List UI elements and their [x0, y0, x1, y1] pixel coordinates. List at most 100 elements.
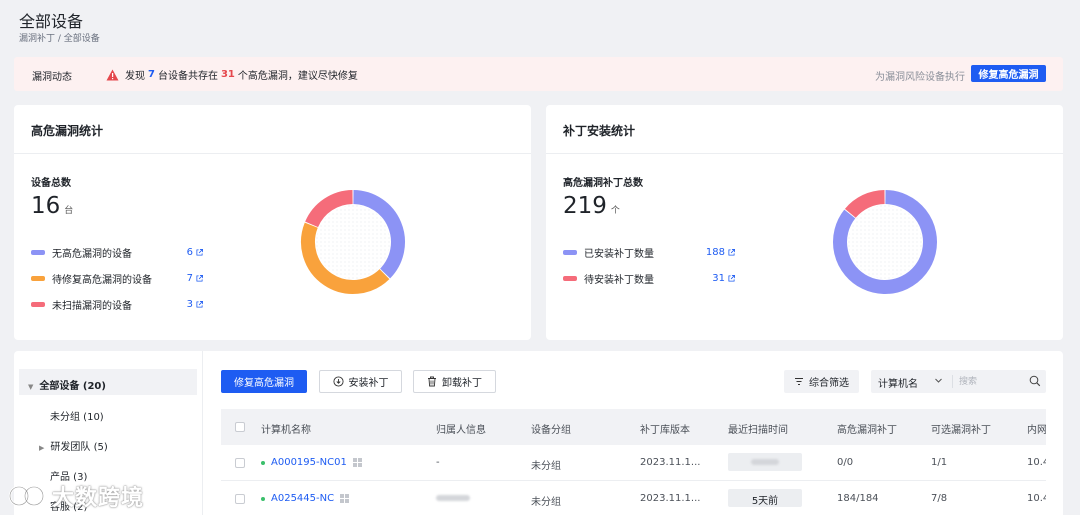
table-row[interactable]: A000195-NC01 - 未分组 2023.11.1... 0/0 1/1 … [221, 445, 1046, 481]
column-header[interactable]: 可选漏洞补丁 [931, 421, 991, 436]
table-header: 计算机名称 归属人信息 设备分组 补丁库版本 最近扫描时间 高危漏洞补丁 可选漏… [221, 409, 1046, 445]
chevron-down-icon[interactable] [934, 376, 943, 385]
filter-label: 综合筛选 [809, 378, 849, 389]
legend-link[interactable]: 3 [187, 299, 203, 310]
breadcrumb[interactable]: 漏洞补丁 / 全部设备 [19, 31, 100, 44]
computer-name: A000195-NC01 [271, 457, 347, 468]
search-input[interactable] [959, 373, 1019, 390]
lan-cell: 10.4 [1027, 493, 1046, 504]
stat-unit: 个 [610, 206, 620, 216]
legend-swatch [31, 250, 45, 255]
alert-device-count: 7 [148, 69, 155, 80]
tree-item[interactable]: ▶ 研发团队 (5) [39, 438, 108, 453]
alert-vuln-count: 31 [220, 69, 235, 80]
redacted-text [436, 495, 470, 501]
fix-high-risk-vuln-button[interactable]: 修复高危漏洞 [221, 370, 307, 393]
external-link-icon [728, 275, 735, 282]
filter-icon [795, 378, 803, 385]
patch-donut-chart [833, 190, 937, 294]
caret-right-icon[interactable]: ▶ [39, 444, 44, 452]
alert-hint: 为漏洞风险设备执行 [875, 72, 965, 83]
legend-item: 已安装补丁数量 188 [563, 245, 735, 260]
tree-root[interactable]: ▼ 全部设备 (20) [19, 369, 197, 395]
page-header: 全部设备 漏洞补丁 / 全部设备 [0, 0, 1080, 50]
trash-icon [428, 376, 436, 387]
windows-icon [352, 458, 362, 467]
alert-msg-middle: 台设备共存在 [157, 71, 218, 82]
divider [546, 153, 1063, 154]
legend-link[interactable]: 6 [187, 247, 203, 258]
divider [14, 153, 531, 154]
legend-item: 未扫描漏洞的设备 3 [31, 297, 203, 312]
legend-value: 31 [712, 273, 725, 284]
filter-button[interactable]: 综合筛选 [784, 370, 859, 393]
page-title: 全部设备 [19, 12, 84, 31]
legend-swatch [563, 250, 577, 255]
version-cell: 2023.11.1... [640, 493, 701, 504]
alert-msg-prefix: 发现 [125, 71, 145, 82]
tree-item[interactable]: 未分组 (10) [50, 408, 104, 423]
column-header[interactable]: 最近扫描时间 [728, 421, 788, 436]
table-row[interactable]: A025445-NC 未分组 2023.11.1... 5天前 184/184 … [221, 481, 1046, 515]
column-header[interactable]: 设备分组 [531, 421, 571, 436]
tree-root-label: 全部设备 (20) [39, 381, 106, 392]
legend-swatch [563, 276, 577, 281]
warning-icon [106, 69, 119, 80]
install-patch-button[interactable]: 安装补丁 [319, 370, 402, 393]
column-header[interactable]: 内网 [1027, 421, 1046, 436]
column-header[interactable]: 计算机名称 [261, 421, 311, 436]
select-all-checkbox[interactable] [235, 422, 245, 432]
legend-item: 待安装补丁数量 31 [563, 271, 735, 286]
version-cell: 2023.11.1... [640, 457, 701, 468]
stat-total: 16 台 [31, 193, 73, 219]
legend-item: 无高危漏洞的设备 6 [31, 245, 203, 260]
group-cell: 未分组 [531, 461, 561, 472]
card-title: 补丁安装统计 [563, 124, 636, 138]
legend-swatch [31, 302, 45, 307]
stat-total-value: 219 [563, 193, 607, 219]
computer-name-link[interactable]: A025445-NC [261, 493, 350, 504]
fix-high-risk-button[interactable]: 修复高危漏洞 [971, 65, 1046, 82]
search-icon[interactable] [1029, 375, 1041, 387]
scan-time-cell: 5天前 [728, 489, 802, 507]
vuln-alert-bar: 漏洞动态 发现 7 台设备共存在 31 个高危漏洞，建议尽快修复 为漏洞风险设备… [14, 57, 1063, 91]
legend-value: 7 [186, 273, 193, 284]
stat-total: 219 个 [563, 193, 620, 219]
column-header[interactable]: 高危漏洞补丁 [837, 421, 897, 436]
column-header[interactable]: 归属人信息 [436, 421, 486, 436]
online-status-dot [261, 460, 265, 465]
computer-name-link[interactable]: A000195-NC01 [261, 457, 362, 468]
online-status-dot [261, 496, 265, 501]
legend-label: 待安装补丁数量 [584, 275, 654, 286]
column-header[interactable]: 补丁库版本 [640, 421, 690, 436]
device-panel: ▼ 全部设备 (20) 未分组 (10) ▶ 研发团队 (5) 产品 (3) 客服 … [14, 351, 1063, 515]
card-title: 高危漏洞统计 [31, 124, 104, 138]
tree-item-label: 研发团队 (5) [50, 442, 108, 453]
external-link-icon [728, 249, 735, 256]
optional-patch-cell: 7/8 [931, 493, 948, 504]
brand-logo-icon [8, 485, 45, 507]
legend-label: 待修复高危漏洞的设备 [52, 275, 152, 286]
legend-link[interactable]: 7 [187, 273, 203, 284]
stat-label: 设备总数 [31, 178, 71, 189]
vuln-donut-chart [301, 190, 405, 294]
row-checkbox[interactable] [235, 458, 245, 468]
alert-msg-suffix: 个高危漏洞，建议尽快修复 [237, 71, 358, 82]
uninstall-patch-label: 卸载补丁 [442, 378, 482, 389]
redacted-text [751, 459, 779, 465]
legend-value: 3 [186, 299, 193, 310]
legend-link[interactable]: 188 [706, 247, 735, 258]
legend-item: 待修复高危漏洞的设备 7 [31, 271, 203, 286]
vuln-stats-card: 高危漏洞统计 设备总数 16 台 无高危漏洞的设备 6 待修复高危漏洞的设备 7 … [14, 105, 531, 340]
search-field-select[interactable]: 计算机名 [878, 375, 918, 390]
windows-icon [340, 494, 350, 503]
row-checkbox[interactable] [235, 494, 245, 504]
legend-link[interactable]: 31 [712, 273, 735, 284]
external-link-icon [196, 301, 203, 308]
device-table: 计算机名称 归属人信息 设备分组 补丁库版本 最近扫描时间 高危漏洞补丁 可选漏… [221, 409, 1046, 515]
donut-center [316, 205, 390, 279]
caret-down-icon[interactable]: ▼ [28, 383, 33, 391]
uninstall-patch-button[interactable]: 卸载补丁 [413, 370, 496, 393]
cloud-download-icon [332, 376, 344, 387]
alert-message: 发现 7 台设备共存在 31 个高危漏洞，建议尽快修复 [106, 67, 358, 82]
